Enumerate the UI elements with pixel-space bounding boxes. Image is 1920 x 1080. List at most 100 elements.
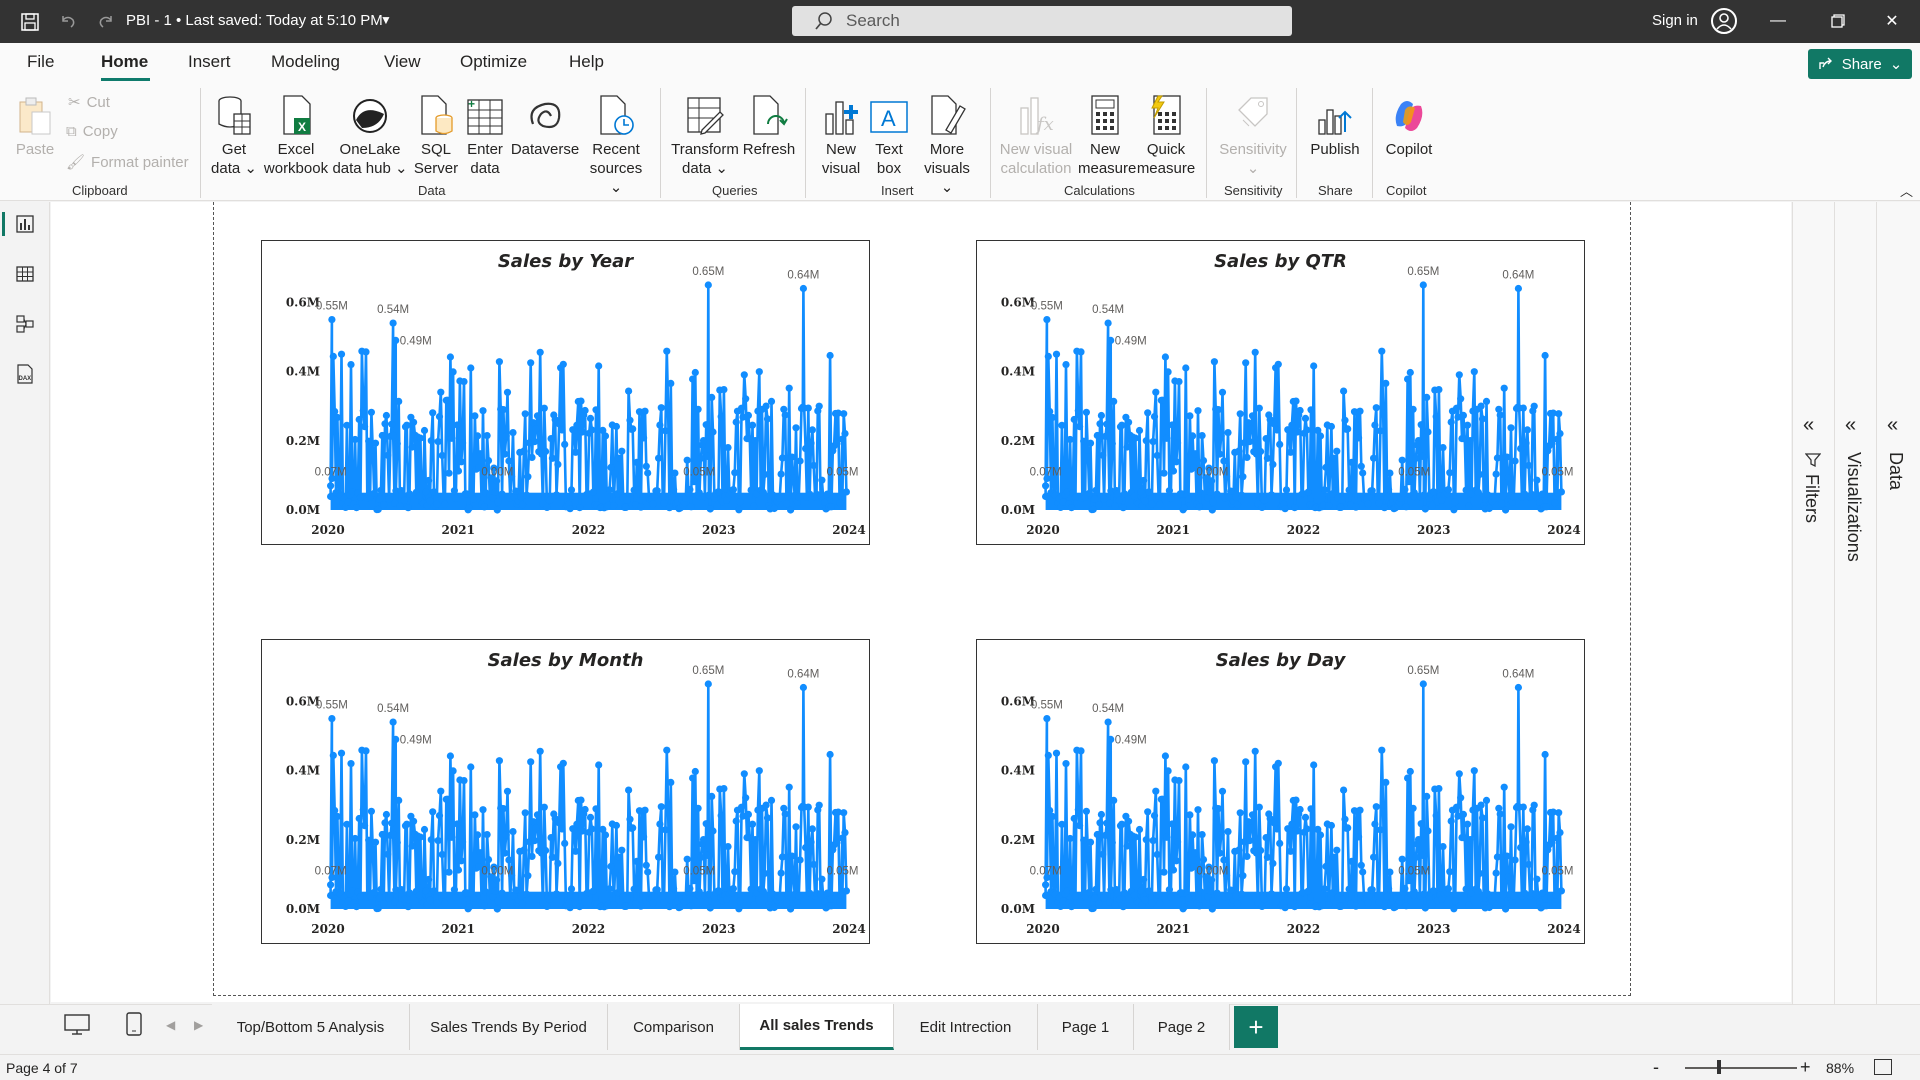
tab-edit-intrection[interactable]: Edit Intrection bbox=[894, 1004, 1038, 1050]
transform-data-button[interactable]: Transform data ⌄ bbox=[670, 92, 740, 178]
data-point bbox=[1341, 416, 1349, 424]
data-point bbox=[657, 803, 665, 811]
tab-sales-trends-by-period[interactable]: Sales Trends By Period bbox=[410, 1004, 608, 1050]
menu-insert[interactable]: Insert bbox=[188, 52, 231, 72]
data-point bbox=[536, 348, 544, 356]
tab-comparison[interactable]: Comparison bbox=[608, 1004, 740, 1050]
new-measure-button[interactable]: New measure bbox=[1078, 92, 1137, 178]
menu-file[interactable]: File bbox=[27, 52, 54, 72]
quick-measure-button[interactable]: Quick measure bbox=[1136, 92, 1196, 178]
sql-server-button[interactable]: SQL Server bbox=[412, 92, 460, 178]
share-button[interactable]: Share ⌄ bbox=[1808, 49, 1912, 79]
zoom-slider[interactable] bbox=[1685, 1067, 1797, 1069]
data-point bbox=[1067, 903, 1076, 911]
account-avatar-icon[interactable] bbox=[1711, 8, 1737, 34]
close-icon[interactable]: ✕ bbox=[1877, 8, 1907, 34]
onelake-data-hub-button[interactable]: OneLake data hub ⌄ bbox=[332, 92, 408, 178]
data-point bbox=[1379, 402, 1387, 410]
chart-sales-by-year[interactable]: Sales by Year 0.0M 0.2M 0.4M 0.6M 2020 2021 20… bbox=[261, 240, 870, 545]
collapse-ribbon-icon[interactable]: ︿ bbox=[1900, 181, 1913, 200]
format-painter-button[interactable]: 🖌 Format painter bbox=[66, 153, 189, 172]
data-point bbox=[573, 820, 581, 828]
zoom-out-button[interactable]: - bbox=[1653, 1057, 1659, 1078]
data-point bbox=[480, 902, 488, 910]
menu-modeling[interactable]: Modeling bbox=[271, 52, 340, 72]
data-point bbox=[686, 884, 694, 893]
zoom-in-button[interactable]: + bbox=[1800, 1057, 1811, 1078]
data-label: 0.65M bbox=[1407, 665, 1439, 677]
data-point bbox=[1551, 898, 1559, 906]
model-view-icon[interactable] bbox=[13, 312, 37, 336]
more-visuals-button[interactable]: More visuals ⌄ bbox=[916, 92, 978, 197]
sensitivity-button[interactable]: Sensitivity ⌄ bbox=[1216, 92, 1290, 178]
tab-top-bottom-5-analysis[interactable]: Top/Bottom 5 Analysis bbox=[212, 1004, 410, 1050]
chart-sales-by-month[interactable]: Sales by Month 0.0M 0.2M 0.4M 0.6M 2020 2021 2… bbox=[261, 639, 870, 944]
new-visual-button[interactable]: New visual bbox=[818, 92, 864, 178]
publish-button[interactable]: Publish bbox=[1306, 92, 1364, 159]
table-view-icon[interactable] bbox=[13, 262, 37, 286]
data-point bbox=[1104, 718, 1112, 726]
minimize-icon[interactable]: — bbox=[1763, 8, 1793, 34]
dataverse-button[interactable]: Dataverse bbox=[510, 92, 580, 159]
copy-button[interactable]: ⧉ Copy bbox=[66, 123, 118, 140]
x-tick-label: 2024 bbox=[832, 922, 865, 936]
add-page-button[interactable]: + bbox=[1234, 1006, 1278, 1048]
menu-optimize[interactable]: Optimize bbox=[460, 52, 527, 72]
data-point bbox=[1191, 450, 1199, 458]
title-dropdown-icon[interactable]: ▼ bbox=[380, 13, 392, 27]
data-pane[interactable]: « Data bbox=[1876, 202, 1920, 1048]
data-point bbox=[543, 503, 551, 511]
search-box[interactable]: Search bbox=[792, 6, 1292, 36]
chart-sales-by-day[interactable]: Sales by Day 0.0M 0.2M 0.4M 0.6M 2020 2021 202… bbox=[976, 639, 1585, 944]
undo-icon[interactable] bbox=[54, 8, 82, 36]
new-measure-label-2: measure bbox=[1078, 160, 1137, 177]
data-point bbox=[542, 846, 550, 855]
refresh-button[interactable]: Refresh bbox=[742, 92, 796, 159]
tab-page-2[interactable]: Page 2 bbox=[1134, 1004, 1230, 1050]
next-page-icon[interactable]: ▶ bbox=[194, 1018, 203, 1032]
expand-data-icon[interactable]: « bbox=[1887, 414, 1898, 437]
data-point bbox=[1137, 887, 1145, 895]
desktop-layout-icon[interactable] bbox=[64, 1014, 90, 1041]
filters-pane[interactable]: « Filters bbox=[1792, 202, 1834, 1048]
zoom-slider-thumb[interactable] bbox=[1716, 1060, 1721, 1074]
data-point bbox=[388, 819, 396, 827]
mobile-layout-icon[interactable] bbox=[126, 1012, 142, 1041]
redo-icon[interactable] bbox=[92, 8, 120, 36]
data-point bbox=[1214, 805, 1222, 813]
new-visual-calculation-button[interactable]: fx New visual calculation bbox=[996, 92, 1076, 178]
recent-sources-button[interactable]: Recent sources ⌄ bbox=[584, 92, 648, 197]
data-point bbox=[1370, 853, 1378, 861]
enter-data-button[interactable]: + Enter data bbox=[462, 92, 508, 178]
text-box-button[interactable]: A Text box bbox=[866, 92, 912, 178]
data-point bbox=[356, 892, 365, 901]
menu-view[interactable]: View bbox=[384, 52, 421, 72]
chart-sales-by-qtr[interactable]: Sales by QTR 0.0M 0.2M 0.4M 0.6M 2020 2021 202… bbox=[976, 240, 1585, 545]
visualizations-pane[interactable]: « Visualizations bbox=[1834, 202, 1876, 1048]
fit-to-page-icon[interactable] bbox=[1874, 1059, 1892, 1075]
menu-home[interactable]: Home bbox=[101, 52, 148, 72]
y-tick-label: 0.0M bbox=[1001, 503, 1035, 517]
expand-visualizations-icon[interactable]: « bbox=[1845, 414, 1856, 437]
report-view-icon[interactable] bbox=[13, 212, 37, 236]
data-point bbox=[1439, 843, 1447, 851]
get-data-button[interactable]: Get data ⌄ bbox=[210, 92, 258, 178]
expand-filters-icon[interactable]: « bbox=[1803, 414, 1814, 437]
prev-page-icon[interactable]: ◀ bbox=[166, 1018, 175, 1032]
excel-workbook-button[interactable]: X Excel workbook bbox=[262, 92, 330, 178]
data-point bbox=[347, 361, 355, 369]
tab-all-sales-trends[interactable]: All sales Trends bbox=[740, 1004, 894, 1050]
dax-query-view-icon[interactable]: DAX bbox=[13, 362, 37, 386]
tab-page-1[interactable]: Page 1 bbox=[1038, 1004, 1134, 1050]
sign-in-link[interactable]: Sign in bbox=[1652, 12, 1698, 29]
y-tick-label: 0.4M bbox=[286, 365, 320, 379]
copilot-button[interactable]: Copilot bbox=[1380, 92, 1438, 159]
data-point bbox=[714, 488, 723, 496]
data-point bbox=[444, 795, 452, 803]
restore-icon[interactable] bbox=[1823, 8, 1853, 34]
save-icon[interactable] bbox=[16, 8, 44, 36]
menu-help[interactable]: Help bbox=[569, 52, 604, 72]
data-point bbox=[532, 824, 540, 832]
paste-button[interactable]: Paste bbox=[14, 92, 56, 159]
cut-button[interactable]: ✂ Cut bbox=[68, 93, 110, 112]
